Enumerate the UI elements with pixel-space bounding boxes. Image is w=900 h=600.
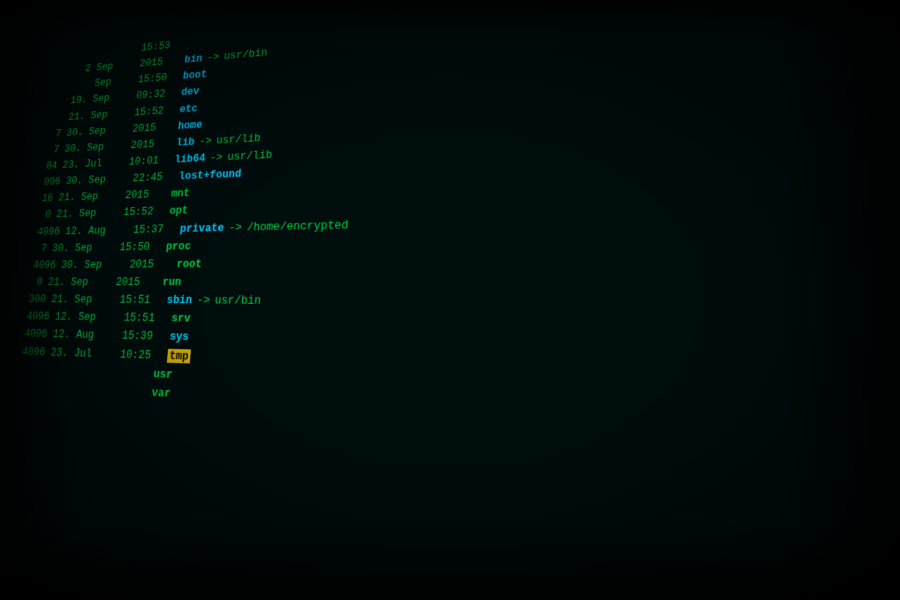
terminal-content: 15:53 2 Sep 2015 bin -> usr/bin Sep 15:5… [0, 0, 900, 600]
list-item: 0 21. Sep 2015 run [30, 270, 900, 294]
terminal-window: 15:53 2 Sep 2015 bin -> usr/bin Sep 15:5… [0, 0, 900, 600]
tmp-directory: tmp [167, 348, 191, 363]
